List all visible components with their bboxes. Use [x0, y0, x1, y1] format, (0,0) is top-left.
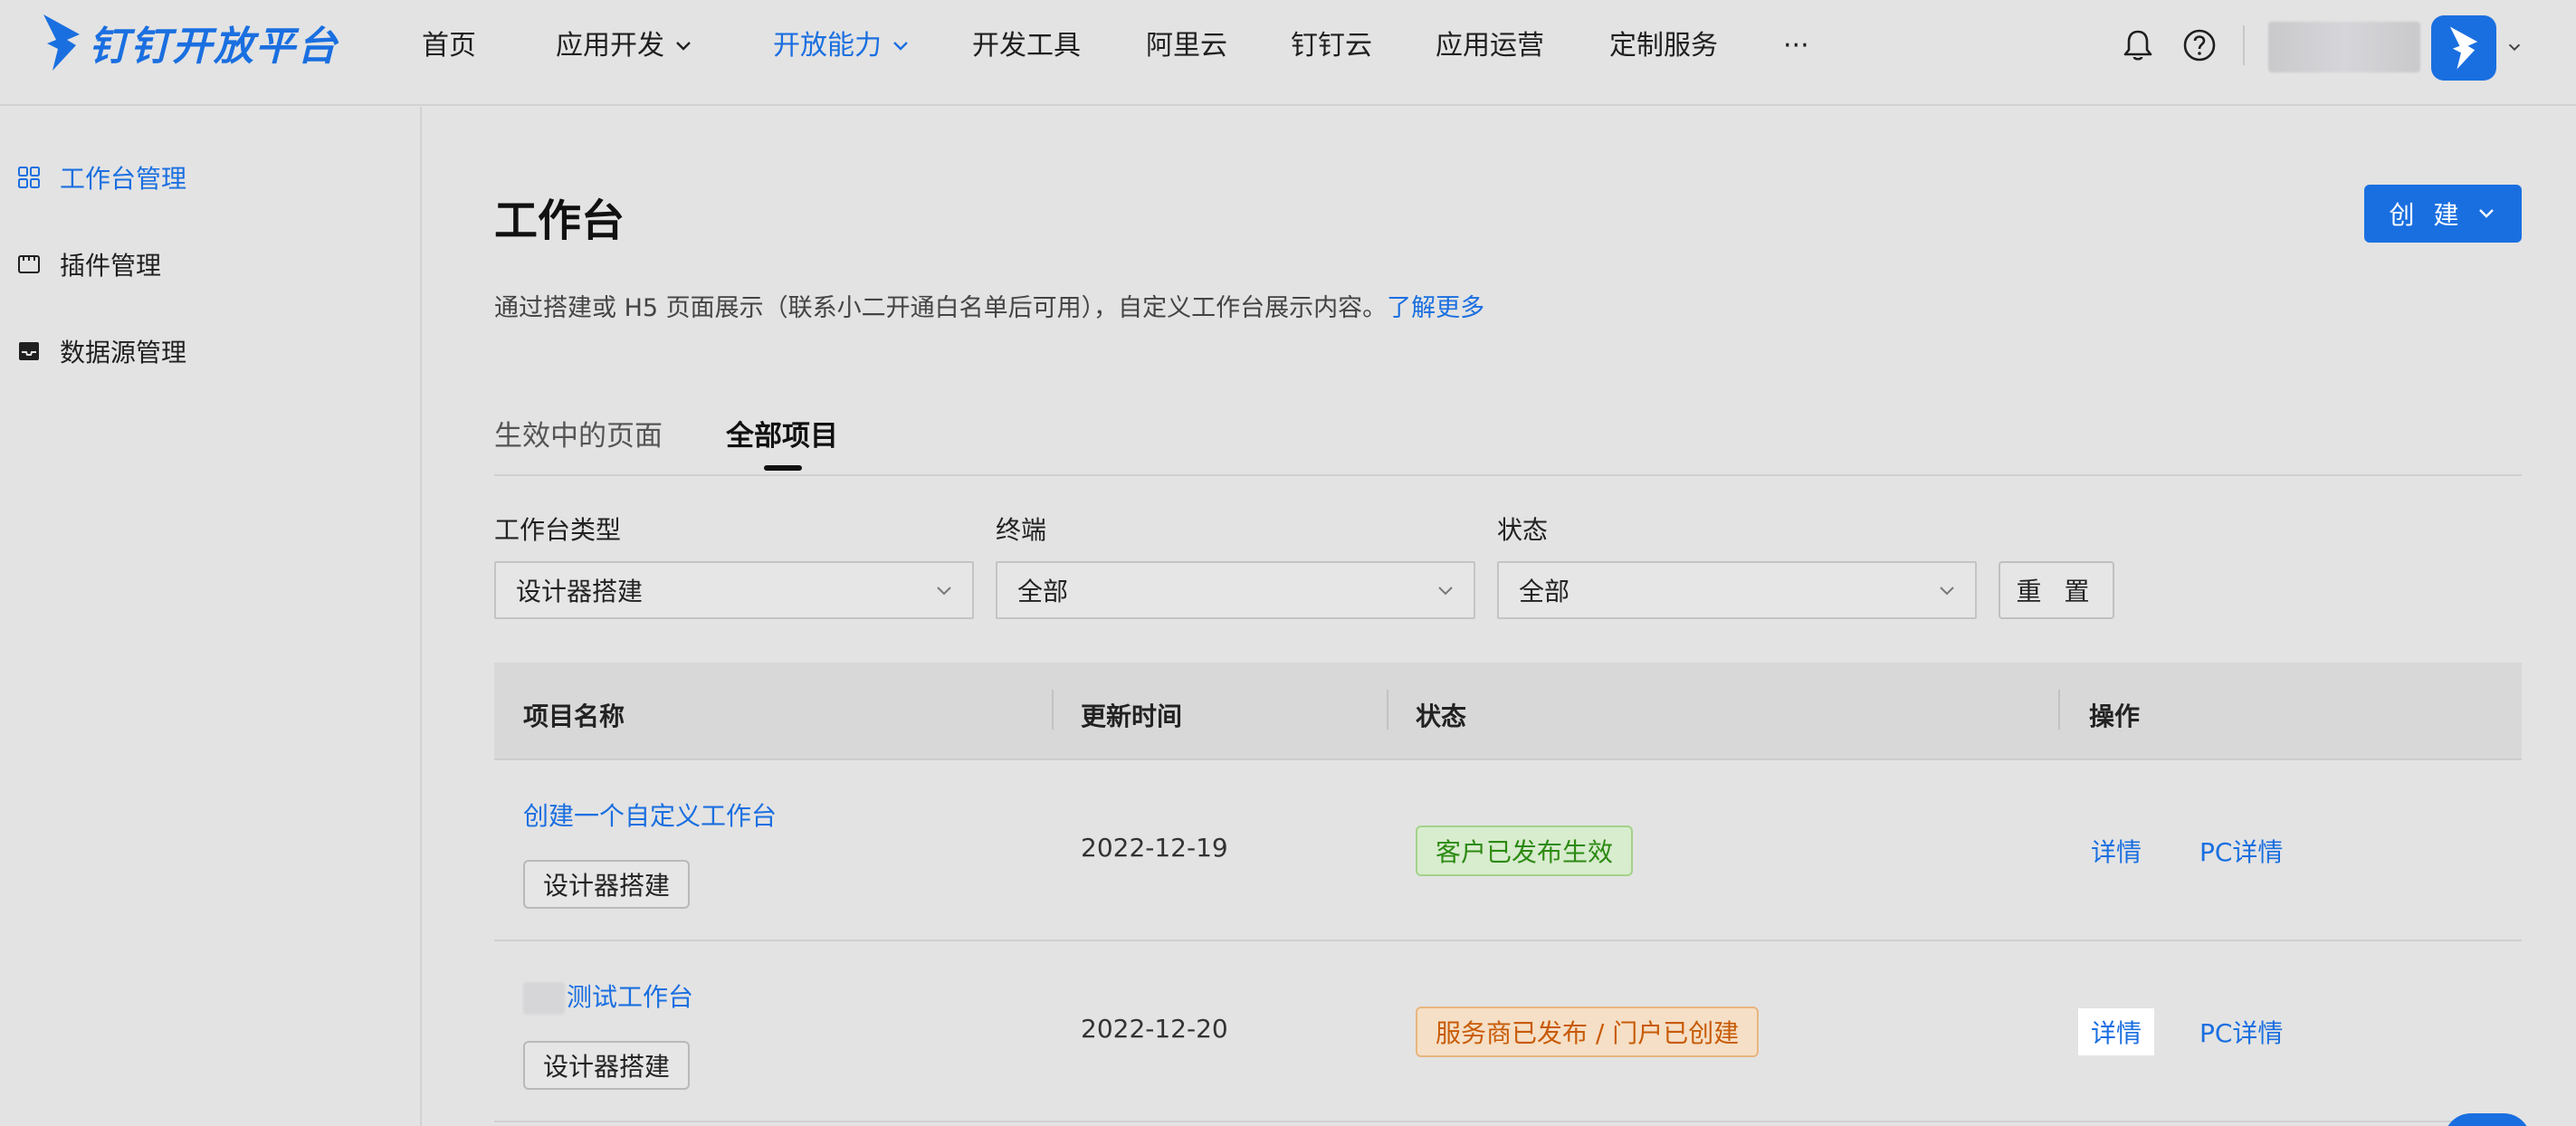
- nav-divider: [2243, 25, 2245, 65]
- page-title: 工作台: [494, 196, 625, 246]
- tab-active-indicator: [764, 465, 802, 471]
- column-separator: [1387, 690, 1388, 730]
- nav-app-dev[interactable]: 应用开发: [556, 22, 693, 71]
- nav-home-label: 首页: [422, 30, 476, 62]
- table-row: 创建一个自定义工作台 设计器搭建 2022-12-19 客户已发布生效 详情 P…: [494, 760, 2522, 941]
- nav-dev-tools-label: 开发工具: [972, 30, 1081, 62]
- filter-terminal-select[interactable]: 全部: [996, 561, 1475, 619]
- help-icon[interactable]: [2181, 27, 2218, 63]
- nav-open-capability[interactable]: 开放能力: [773, 22, 911, 71]
- status-badge: 服务商已发布 / 门户已创建: [1416, 1007, 1760, 1057]
- tabs-divider: [494, 474, 2522, 476]
- column-header-actions: 操作: [2089, 701, 2141, 731]
- dingtalk-wing-icon: [2449, 26, 2478, 70]
- brand-name: 钉钉开放平台: [89, 24, 339, 70]
- avatar[interactable]: [2431, 15, 2496, 81]
- page-description: 通过搭建或 H5 页面展示（联系小二开通白名单后可用），自定义工作台展示内容。了…: [494, 288, 1484, 323]
- nav-custom-service-label: 定制服务: [1609, 30, 1718, 62]
- filter-type-value: 设计器搭建: [516, 577, 644, 606]
- updated-date: 2022-12-19: [1081, 833, 1228, 863]
- create-button-label: 创 建: [2389, 200, 2465, 230]
- nav-home[interactable]: 首页: [422, 22, 476, 71]
- filter-type-select[interactable]: 设计器搭建: [494, 561, 974, 619]
- filter-status-value: 全部: [1519, 577, 1570, 606]
- nav-app-ops[interactable]: 应用运营: [1436, 22, 1544, 71]
- tab-active-pages[interactable]: 生效中的页面: [494, 413, 663, 453]
- filter-status-select[interactable]: 全部: [1497, 561, 1977, 619]
- column-header-name: 项目名称: [523, 701, 625, 731]
- chevron-down-icon: [2479, 209, 2495, 218]
- user-name-redacted[interactable]: [2268, 22, 2420, 72]
- column-separator: [2058, 690, 2060, 730]
- nav-more-label: ···: [1783, 30, 1809, 62]
- sidebar-item-workbench[interactable]: 工作台管理: [16, 156, 186, 199]
- nav-app-dev-label: 应用开发: [556, 30, 664, 62]
- chevron-down-icon: [1438, 587, 1453, 596]
- chevron-down-icon: [937, 587, 951, 596]
- inbox-icon: [19, 342, 39, 360]
- learn-more-link[interactable]: 了解更多: [1387, 294, 1484, 322]
- details-link[interactable]: 详情: [2091, 833, 2142, 869]
- project-name-redacted: [523, 982, 565, 1015]
- tab-all-projects[interactable]: 全部项目: [726, 413, 838, 453]
- column-separator: [1052, 690, 1054, 730]
- bell-icon[interactable]: [2120, 27, 2156, 63]
- project-name-link[interactable]: 测试工作台: [523, 978, 693, 1015]
- chevron-down-icon: [893, 42, 908, 51]
- dingtalk-wing-icon: [43, 14, 80, 71]
- nav-aliyun[interactable]: 阿里云: [1146, 22, 1227, 71]
- plugin-icon: [18, 255, 40, 273]
- filter-terminal-label: 终端: [996, 515, 1047, 545]
- type-tag: 设计器搭建: [523, 1041, 691, 1090]
- chevron-down-icon: [676, 42, 691, 51]
- filter-type-label: 工作台类型: [494, 515, 622, 545]
- sidebar-item-plugins[interactable]: 插件管理: [16, 243, 161, 286]
- nav-custom-service[interactable]: 定制服务: [1609, 22, 1718, 71]
- brand-logo[interactable]: 钉钉开放平台: [40, 13, 339, 72]
- nav-open-capability-label: 开放能力: [773, 30, 882, 62]
- description-text: 通过搭建或 H5 页面展示（联系小二开通白名单后可用），自定义工作台展示内容。: [494, 294, 1388, 322]
- sidebar-item-label: 数据源管理: [60, 338, 187, 367]
- nav-app-ops-label: 应用运营: [1436, 30, 1544, 62]
- sidebar-item-datasource[interactable]: 数据源管理: [16, 329, 186, 373]
- filter-status-label: 状态: [1497, 515, 1549, 545]
- nav-dingtalk-cloud-label: 钉钉云: [1291, 30, 1372, 62]
- grid-icon: [18, 167, 40, 188]
- reset-button[interactable]: 重 置: [1999, 561, 2114, 619]
- nav-more[interactable]: ···: [1783, 22, 1809, 71]
- chevron-down-icon[interactable]: [2505, 38, 2524, 56]
- table-header: 项目名称 更新时间 状态 操作: [494, 663, 2522, 760]
- table-row: 测试工作台 设计器搭建 2022-12-20 服务商已发布 / 门户已创建 详情…: [494, 941, 2522, 1122]
- details-link[interactable]: 详情: [2078, 1008, 2155, 1055]
- nav-aliyun-label: 阿里云: [1146, 30, 1227, 62]
- updated-date: 2022-12-20: [1081, 1014, 1228, 1044]
- pc-details-link[interactable]: PC详情: [2199, 1014, 2283, 1050]
- project-name-text: 测试工作台: [567, 982, 694, 1012]
- status-badge: 客户已发布生效: [1416, 825, 1634, 876]
- sidebar-item-label: 工作台管理: [60, 164, 187, 194]
- column-header-status: 状态: [1416, 701, 1467, 731]
- nav-dingtalk-cloud[interactable]: 钉钉云: [1291, 22, 1372, 71]
- type-tag: 设计器搭建: [523, 860, 691, 909]
- top-nav-bar: 钉钉开放平台 首页 应用开发 开放能力 开发工具 阿里云 钉钉云 应用运营 定制…: [0, 0, 2576, 106]
- sidebar: 工作台管理 插件管理 数据源管理: [0, 107, 422, 1126]
- column-header-updated: 更新时间: [1081, 701, 1183, 731]
- filter-terminal-value: 全部: [1017, 577, 1069, 606]
- create-button[interactable]: 创 建: [2364, 185, 2522, 243]
- project-name-link[interactable]: 创建一个自定义工作台: [523, 797, 777, 833]
- pc-details-link[interactable]: PC详情: [2199, 833, 2283, 869]
- chevron-down-icon: [1940, 587, 1954, 596]
- sidebar-item-label: 插件管理: [60, 251, 162, 281]
- nav-dev-tools[interactable]: 开发工具: [972, 22, 1081, 71]
